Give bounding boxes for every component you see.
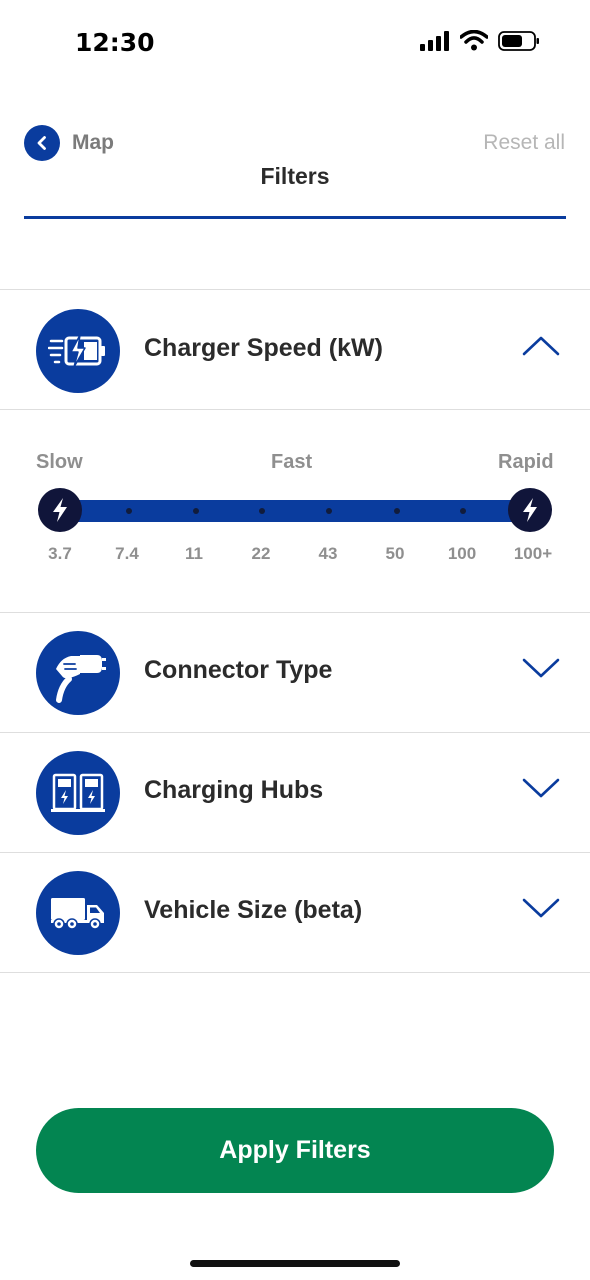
divider — [0, 972, 590, 973]
charging-plug-hand-icon — [36, 631, 120, 715]
slider-tick-dot — [259, 508, 265, 514]
tick-label: 3.7 — [48, 544, 72, 563]
tick-label: 100 — [447, 544, 477, 563]
home-indicator[interactable] — [190, 1260, 400, 1267]
tick-label: 43 — [318, 544, 338, 563]
filter-row-charging-hubs[interactable]: Charging Hubs — [0, 732, 590, 852]
filter-label: Charging Hubs — [144, 776, 324, 804]
tick-label: 50 — [385, 544, 405, 563]
title-underline — [24, 216, 566, 219]
lightning-bolt-icon — [53, 498, 67, 522]
fast-charging-battery-icon — [36, 309, 120, 393]
filter-row-connector-type[interactable]: Connector Type — [0, 612, 590, 732]
filter-row-charger-speed[interactable]: Charger Speed (kW) — [0, 290, 590, 410]
chevron-down-icon[interactable] — [522, 776, 560, 800]
back-to-map-link[interactable]: Map — [72, 131, 114, 155]
filter-label: Vehicle Size (beta) — [144, 896, 363, 924]
speed-category-rapid: Rapid — [498, 451, 554, 473]
status-time: 12:30 — [75, 28, 155, 57]
filter-label: Charger Speed (kW) — [144, 334, 383, 362]
slider-tick-dot — [460, 508, 466, 514]
battery-icon — [498, 30, 539, 51]
tick-label: 100+ — [513, 544, 553, 563]
status-icons — [420, 30, 540, 51]
chevron-left-icon — [37, 136, 46, 150]
chevron-up-icon[interactable] — [522, 334, 560, 358]
tick-label: 22 — [251, 544, 271, 563]
tick-label: 7.4 — [115, 544, 139, 563]
tick-label: 11 — [185, 544, 203, 563]
speed-category-fast: Fast — [271, 451, 313, 473]
slider-tick-dot — [126, 508, 132, 514]
wifi-icon — [460, 30, 488, 51]
filters-screen: 12:30 Map Reset all Filters Charger Spee… — [0, 0, 590, 1280]
truck-icon — [36, 871, 120, 955]
charger-speed-slider: Slow Fast Rapid 3.7 7.4 11 22 43 50 100 … — [0, 410, 590, 612]
back-button[interactable] — [24, 125, 60, 161]
chevron-down-icon[interactable] — [522, 896, 560, 920]
filter-label: Connector Type — [144, 656, 333, 684]
slider-tick-dot — [326, 508, 332, 514]
page-title: Filters — [260, 163, 330, 189]
reset-all-button[interactable]: Reset all — [483, 131, 565, 155]
chevron-down-icon[interactable] — [522, 656, 560, 680]
slider-handle-min[interactable] — [38, 488, 82, 532]
lightning-bolt-icon — [523, 498, 537, 522]
slider-handle-max[interactable] — [508, 488, 552, 532]
speed-category-slow: Slow — [36, 451, 83, 473]
slider-tick-dot — [193, 508, 199, 514]
slider-tick-dot — [394, 508, 400, 514]
cellular-signal-icon — [420, 30, 449, 51]
filter-row-vehicle-size[interactable]: Vehicle Size (beta) — [0, 852, 590, 972]
charging-stations-icon — [36, 751, 120, 835]
apply-filters-button[interactable]: Apply Filters — [36, 1108, 554, 1193]
